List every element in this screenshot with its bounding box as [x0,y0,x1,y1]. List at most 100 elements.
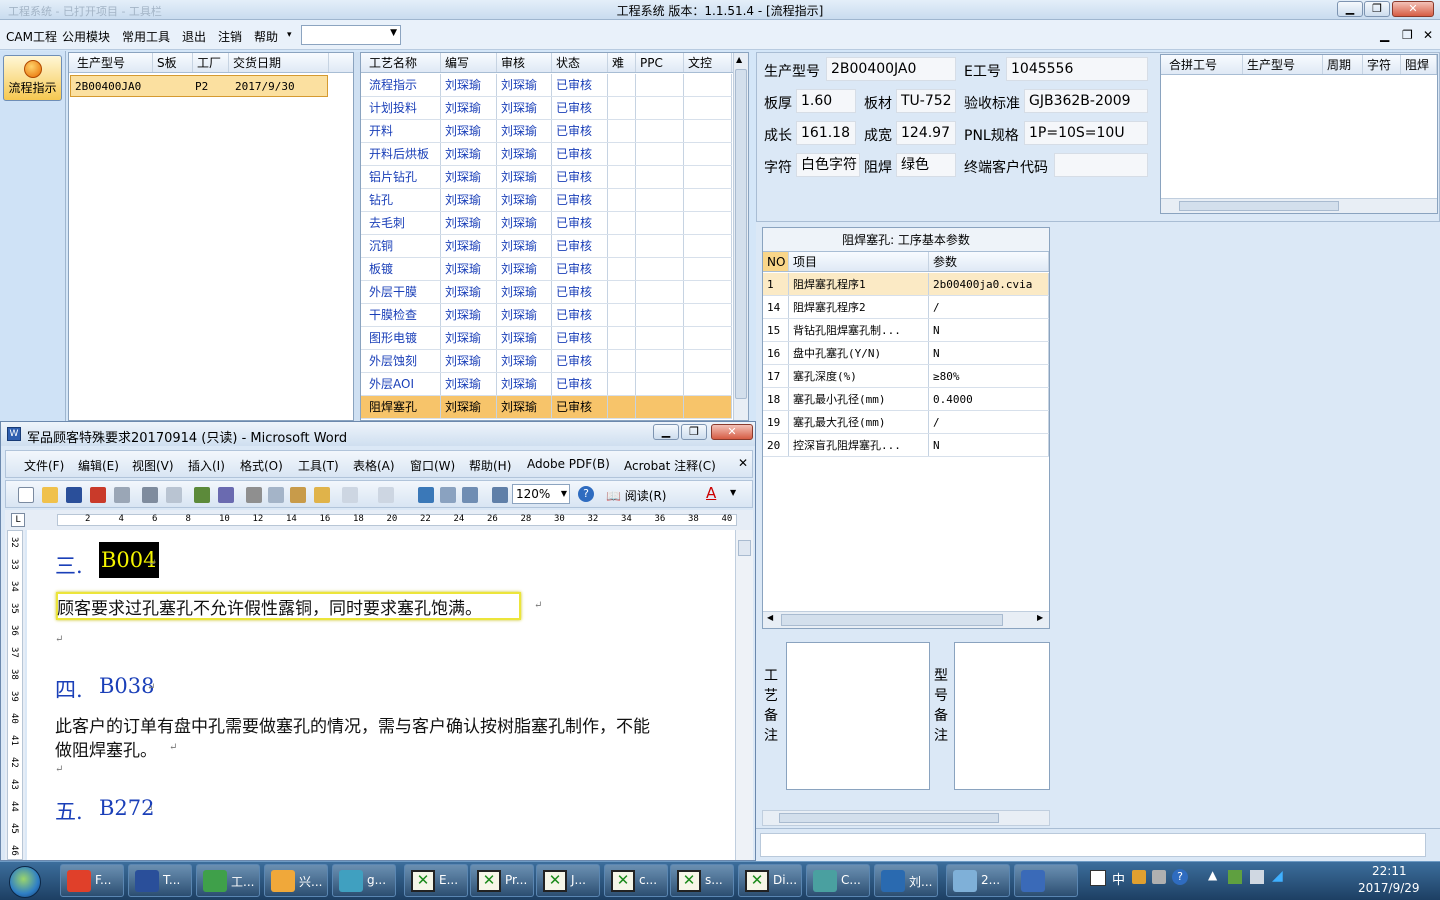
tables-icon[interactable] [440,487,456,503]
word-menu-tools[interactable]: 工具(T) [298,457,339,474]
process-row[interactable]: 图形电镀 刘琛瑜 刘琛瑜 已审核 [361,327,732,350]
restore-button[interactable]: ❐ [1364,1,1390,17]
col-writer[interactable]: 编写 [441,53,497,72]
mdi-restore-button[interactable]: ❐ [1402,28,1413,42]
process-row[interactable]: 阻焊塞孔 刘琛瑜 刘琛瑜 已审核 [361,396,732,419]
process-row[interactable]: 外层干膜 刘琛瑜 刘琛瑜 已审核 [361,281,732,304]
word-menu-adobe[interactable]: Adobe PDF(B) [527,457,610,471]
word-menu-help[interactable]: 帮助(H) [469,457,511,474]
col-merge-model[interactable]: 生产型号 [1243,55,1323,74]
order-row[interactable]: 2B00400JA0 P2 2017/9/30 [70,75,328,97]
taskbar-button[interactable]: 兴... [264,864,328,897]
word-minimize-button[interactable]: ▁ [653,424,679,440]
col-date[interactable]: 交货日期 [229,53,329,72]
word-menu-view[interactable]: 视图(V) [132,457,174,474]
document-page[interactable]: 三. B004 ↵ 顾客要求过孔塞孔不允许假性露铜，同时要求塞孔饱满。 ↵ ↵ … [27,530,735,860]
tray-cn[interactable]: 中 [1112,869,1125,888]
taskbar-button[interactable]: C... [806,864,870,897]
taskbar-button[interactable]: ✕ s... [670,864,734,897]
menu-exit[interactable]: 退出 [182,28,206,45]
col-merge-char[interactable]: 字符 [1363,55,1401,74]
word-close-button[interactable]: ✕ [711,424,753,440]
process-row[interactable]: 外层蚀刻 刘琛瑜 刘琛瑜 已审核 [361,350,732,373]
zoom-select[interactable]: 120% ▼ [512,484,570,504]
close-button[interactable]: ✕ [1392,1,1434,17]
permission-icon[interactable] [90,487,106,503]
font-color-arrow-icon[interactable]: ▼ [730,488,736,497]
new-doc-icon[interactable] [18,487,34,503]
word-menu-acrobat[interactable]: Acrobat 注释(C) [624,457,716,474]
param-row[interactable]: 14 阻焊塞孔程序2/ [763,296,1049,319]
toolbar-combo[interactable]: ▼ [301,25,401,45]
scroll-up-icon[interactable]: ▲ [736,55,742,64]
process-row[interactable]: 开料后烘板 刘琛瑜 刘琛瑜 已审核 [361,143,732,166]
process-row[interactable]: 板镀 刘琛瑜 刘琛瑜 已审核 [361,258,732,281]
col-factory[interactable]: 工厂 [193,53,229,72]
word-menu-edit[interactable]: 编辑(E) [78,457,119,474]
help-arrow-icon[interactable]: ▾ [287,30,292,40]
print-preview-icon[interactable] [166,487,182,503]
col-ppc[interactable]: PPC [636,53,684,72]
flow-indicator-button[interactable]: 流程指示 [3,55,62,101]
col-doc-control[interactable]: 文控 [684,53,732,72]
merge-hscroll[interactable] [1161,198,1437,213]
scroll-left-icon[interactable]: ◀ [767,613,773,622]
process-row[interactable]: 外层AOI 刘琛瑜 刘琛瑜 已审核 [361,373,732,396]
menu-help[interactable]: 帮助 [254,28,278,45]
word-vscroll[interactable] [735,530,753,860]
process-remarks-textarea[interactable] [786,642,930,790]
spelling-icon[interactable] [194,487,210,503]
cut-icon[interactable] [246,487,262,503]
col-s[interactable]: S板 [153,53,193,72]
col-item[interactable]: 项目 [789,252,929,271]
network-icon[interactable] [1228,870,1242,884]
insert-table-icon[interactable] [462,487,478,503]
col-model[interactable]: 生产型号 [73,53,153,72]
taskbar-button[interactable]: ✕ Di... [738,864,802,897]
taskbar-button[interactable]: g... [332,864,396,897]
process-row[interactable]: 钻孔 刘琛瑜 刘琛瑜 已审核 [361,189,732,212]
menu-common[interactable]: 公用模块 [62,28,110,45]
tray-help-icon[interactable]: ? [1172,869,1188,885]
param-row[interactable]: 17 塞孔深度(%) ≥80% [763,365,1049,388]
undo-icon[interactable] [342,487,358,503]
volume-icon[interactable]: ◢ [1272,868,1288,884]
process-row[interactable]: 铝片钻孔 刘琛瑜 刘琛瑜 已审核 [361,166,732,189]
col-cycle[interactable]: 周期 [1323,55,1363,74]
word-menu-file[interactable]: 文件(F) [24,457,64,474]
model-remarks-textarea[interactable] [954,642,1050,790]
col-merge-mask[interactable]: 阻焊 [1401,55,1437,74]
process-row[interactable]: 去毛刺 刘琛瑜 刘琛瑜 已审核 [361,212,732,235]
taskbar-button[interactable]: 工... [196,864,260,897]
param-row[interactable]: 18 塞孔最小孔径(mm) 0.4000 [763,388,1049,411]
tray-expand-icon[interactable]: ▲ [1208,868,1217,882]
format-painter-icon[interactable] [314,487,330,503]
col-value[interactable]: 参数 [929,252,1049,271]
taskbar-button[interactable]: ✕ J... [536,864,600,897]
clock-time[interactable]: 22:11 [1372,864,1407,878]
col-process-name[interactable]: 工艺名称 [365,53,441,72]
print-icon[interactable] [142,487,158,503]
minimize-button[interactable]: ▁ [1337,1,1363,17]
copy-icon[interactable] [268,487,284,503]
font-color-icon[interactable]: A [706,484,716,502]
scroll-thumb[interactable] [735,69,747,399]
tray-app-icon[interactable] [1132,870,1146,884]
open-folder-icon[interactable] [42,487,58,503]
col-status[interactable]: 状态 [552,53,608,72]
param-row[interactable]: 15 背钻孔阻焊塞孔制... N [763,319,1049,342]
taskbar-button[interactable]: ✕ c... [604,864,668,897]
save-icon[interactable] [66,487,82,503]
doc-map-icon[interactable] [492,487,508,503]
col-merge-no[interactable]: 合拼工号 [1165,55,1243,74]
word-restore-button[interactable]: ❐ [681,424,707,440]
col-no[interactable]: NO [763,252,789,271]
param-row[interactable]: 16 盘中孔塞孔(Y/N) N [763,342,1049,365]
word-menu-format[interactable]: 格式(O) [240,457,283,474]
taskbar-button[interactable] [1014,864,1078,897]
merge-hscroll-thumb[interactable] [1179,201,1339,211]
word-menu-window[interactable]: 窗口(W) [410,457,455,474]
word-doc-close-icon[interactable]: ✕ [738,456,748,470]
menu-logout[interactable]: 注销 [218,28,242,45]
menu-cam[interactable]: CAM工程 [6,28,57,45]
